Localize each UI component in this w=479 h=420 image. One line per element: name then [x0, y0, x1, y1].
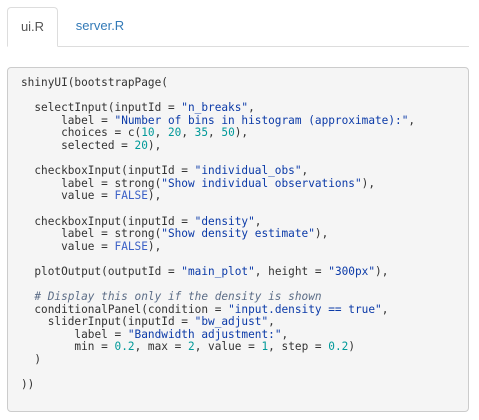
code-token: sliderInput(inputId =	[21, 315, 195, 329]
code-num-token: 0.2	[328, 340, 349, 354]
code-line: shinyUI(bootstrapPage(	[21, 76, 468, 90]
code-num-token: 20	[167, 126, 182, 140]
tab-server-r[interactable]: server.R	[58, 7, 142, 46]
code-token: checkboxInput(inputId =	[21, 164, 195, 178]
code-token: plotOutput(outputId =	[21, 264, 182, 278]
code-str-token: "density"	[194, 214, 255, 228]
code-num-token: 20	[134, 138, 148, 152]
code-token: , value =	[194, 340, 262, 354]
code-token: ))	[21, 378, 35, 392]
code-token: ,	[181, 126, 195, 140]
code-comment: # Display this only if the density is sh…	[21, 290, 322, 304]
code-line: plotOutput(outputId = "main_plot", heigh…	[21, 264, 468, 279]
code-str-token: "n_breaks"	[181, 101, 249, 115]
code-token: ),	[314, 227, 329, 241]
code-token: )	[348, 340, 356, 354]
code-token: ),	[375, 264, 389, 278]
code-str-token: "Number of bins in histogram (approximat…	[114, 113, 409, 127]
code-const-token: FALSE	[114, 189, 148, 203]
code-str-token: "Show individual observations"	[161, 176, 362, 190]
code-num-token: 35	[194, 126, 209, 140]
code-token: ),	[147, 239, 162, 253]
code-token: label =	[21, 113, 115, 127]
code-token: ,	[254, 214, 262, 228]
code-line: )	[21, 353, 468, 367]
code-str-token: "input.density == true"	[228, 302, 382, 316]
code-token: choices = c(	[21, 126, 142, 140]
code-str-token: "300px"	[328, 264, 376, 278]
code-token: checkboxInput(inputId =	[21, 214, 195, 228]
code-line: value = FALSE),	[21, 239, 468, 254]
code-num-token: 50	[221, 126, 235, 140]
code-str-token: "Bandwidth adjustment:"	[127, 327, 282, 341]
code-token: label = strong(	[21, 227, 162, 241]
code-token: ,	[154, 126, 168, 140]
code-token: value =	[21, 189, 115, 203]
code-token: ),	[147, 189, 162, 203]
code-token: conditionalPanel(condition =	[21, 302, 229, 316]
code-token: )	[21, 353, 42, 367]
code-token: ,	[301, 164, 309, 178]
code-token: shinyUI(bootstrapPage(	[21, 76, 168, 89]
code-token: selectInput(inputId =	[21, 101, 182, 115]
code-token: ,	[268, 315, 275, 329]
code-token: value =	[21, 239, 115, 253]
code-line: value = FALSE),	[21, 190, 468, 203]
code-str-token: "bw_adjust"	[194, 315, 269, 329]
file-tab-bar: ui.R server.R	[7, 7, 469, 47]
code-str-token: "Show density estimate"	[161, 227, 315, 241]
code-token: ),	[147, 138, 162, 152]
code-token: ),	[361, 176, 375, 190]
tab-ui-r[interactable]: ui.R	[7, 7, 58, 47]
code-num-token: 10	[141, 126, 155, 140]
code-token: ,	[281, 327, 289, 341]
code-token: ),	[234, 126, 249, 140]
code-str-token: "individual_obs"	[194, 164, 302, 178]
code-token: , step =	[268, 340, 329, 354]
code-str-token: "main_plot"	[181, 264, 255, 278]
code-line: min = 0.2, max = 2, value = 1, step = 0.…	[21, 341, 468, 354]
code-token: label =	[21, 327, 128, 341]
code-token: label = strong(	[21, 176, 162, 190]
code-listing: shinyUI(bootstrapPage( selectInput(input…	[21, 76, 468, 392]
code-token: , max =	[134, 340, 188, 354]
code-line: ))	[21, 378, 468, 392]
code-const-token: FALSE	[114, 239, 148, 253]
code-token: ,	[381, 302, 389, 316]
code-token: min =	[21, 340, 115, 354]
code-line: selected = 20),	[21, 138, 468, 153]
code-token: ,	[208, 126, 222, 140]
code-token: , height =	[254, 264, 329, 278]
code-token: selected =	[21, 138, 135, 152]
code-num-token: 2	[188, 340, 195, 354]
code-token: ,	[248, 101, 255, 115]
code-num-token: 0.2	[114, 340, 135, 354]
code-block: shinyUI(bootstrapPage( selectInput(input…	[7, 67, 469, 412]
code-token: ,	[408, 113, 416, 127]
